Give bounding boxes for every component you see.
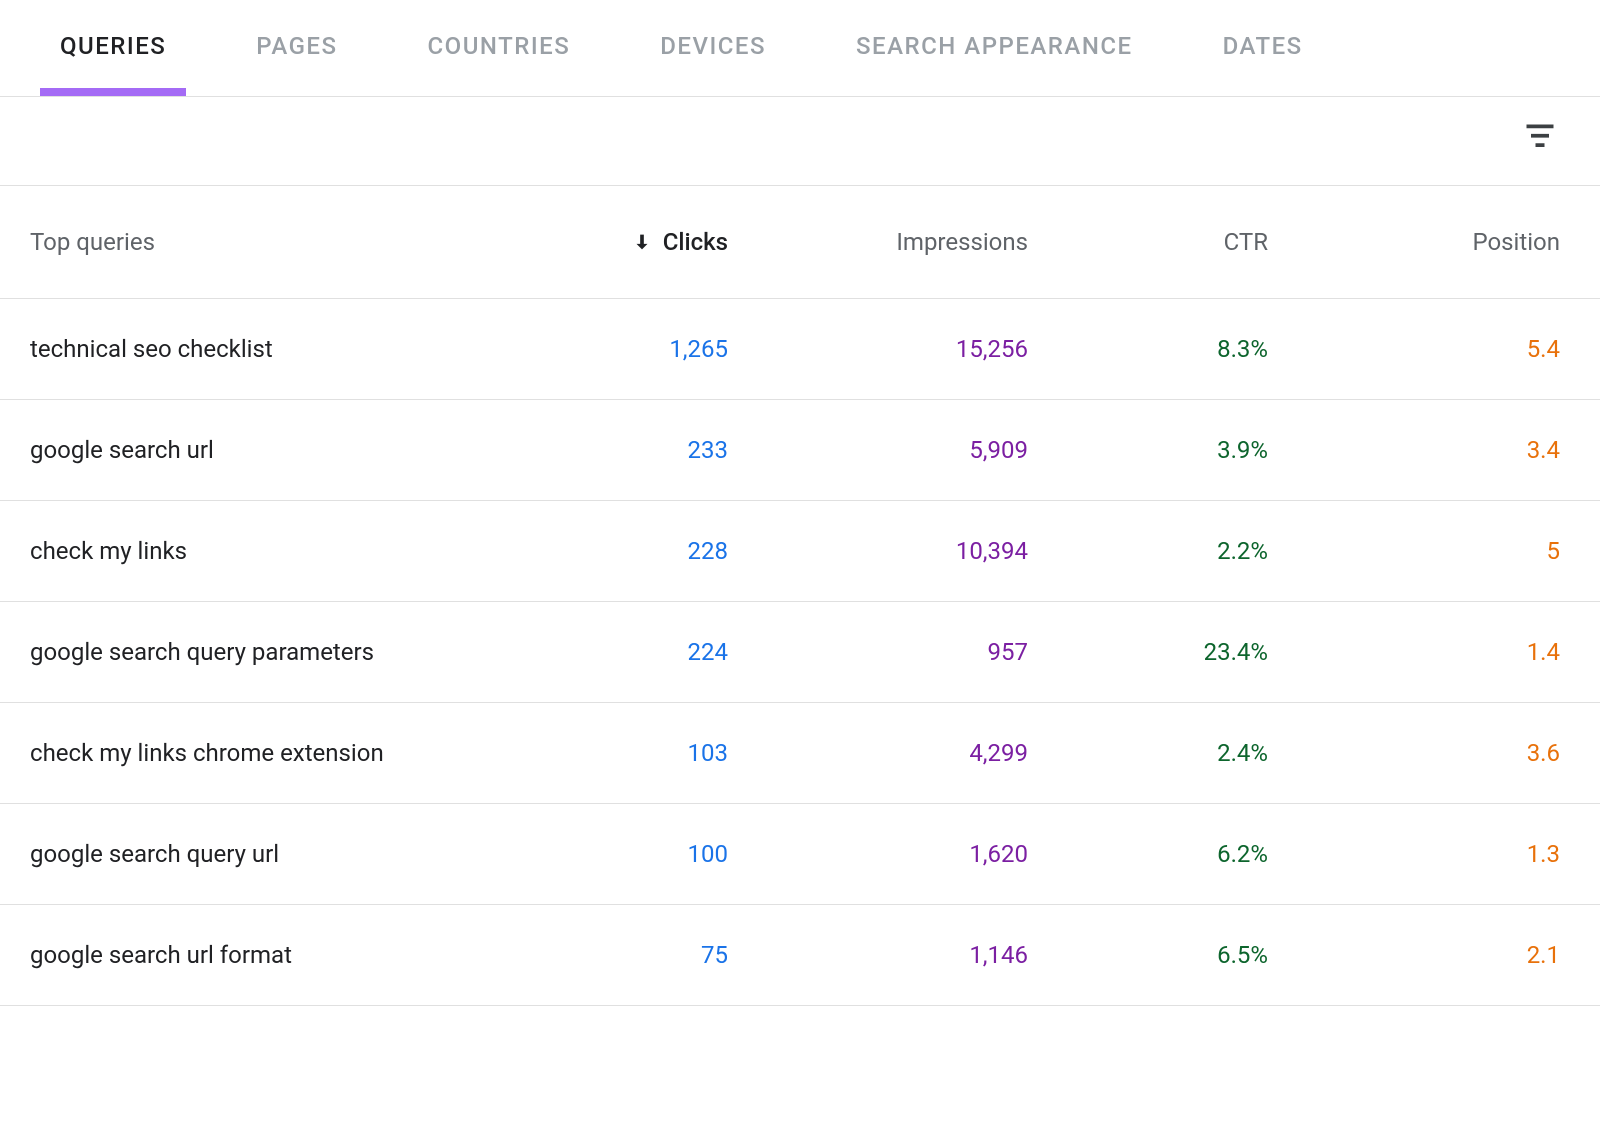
query-cell: google search url format bbox=[30, 941, 518, 969]
impressions-cell: 1,620 bbox=[728, 840, 1028, 868]
tab-label: COUNTRIES bbox=[428, 32, 571, 60]
impressions-cell: 10,394 bbox=[728, 537, 1028, 565]
tab-label: DEVICES bbox=[660, 32, 766, 60]
column-header-query[interactable]: Top queries bbox=[30, 228, 518, 256]
table-header-row: Top queries Clicks Impressions CTR Posit… bbox=[0, 186, 1600, 299]
column-header-ctr[interactable]: CTR bbox=[1028, 228, 1268, 256]
tab-pages[interactable]: PAGES bbox=[236, 0, 357, 96]
tab-label: SEARCH APPEARANCE bbox=[856, 32, 1133, 60]
column-header-impressions[interactable]: Impressions bbox=[728, 228, 1028, 256]
ctr-cell: 3.9% bbox=[1028, 436, 1268, 464]
tab-countries[interactable]: COUNTRIES bbox=[408, 0, 591, 96]
position-cell: 3.6 bbox=[1268, 739, 1570, 767]
clicks-cell: 103 bbox=[518, 739, 728, 767]
position-cell: 1.3 bbox=[1268, 840, 1570, 868]
ctr-cell: 6.5% bbox=[1028, 941, 1268, 969]
header-label: Position bbox=[1472, 228, 1560, 256]
clicks-cell: 100 bbox=[518, 840, 728, 868]
ctr-cell: 23.4% bbox=[1028, 638, 1268, 666]
query-cell: google search query parameters bbox=[30, 638, 518, 666]
column-header-position[interactable]: Position bbox=[1268, 228, 1570, 256]
dimension-tabs: QUERIES PAGES COUNTRIES DEVICES SEARCH A… bbox=[0, 0, 1600, 97]
impressions-cell: 957 bbox=[728, 638, 1028, 666]
ctr-cell: 8.3% bbox=[1028, 335, 1268, 363]
tab-queries[interactable]: QUERIES bbox=[40, 0, 186, 96]
impressions-cell: 15,256 bbox=[728, 335, 1028, 363]
table-row[interactable]: technical seo checklist 1,265 15,256 8.3… bbox=[0, 299, 1600, 400]
clicks-cell: 75 bbox=[518, 941, 728, 969]
ctr-cell: 2.4% bbox=[1028, 739, 1268, 767]
column-header-clicks[interactable]: Clicks bbox=[518, 228, 728, 256]
tab-label: DATES bbox=[1223, 32, 1303, 60]
impressions-cell: 5,909 bbox=[728, 436, 1028, 464]
ctr-cell: 2.2% bbox=[1028, 537, 1268, 565]
impressions-cell: 1,146 bbox=[728, 941, 1028, 969]
query-cell: google search url bbox=[30, 436, 518, 464]
filter-button[interactable] bbox=[1520, 117, 1560, 157]
header-label: Clicks bbox=[663, 228, 728, 256]
tab-dates[interactable]: DATES bbox=[1203, 0, 1323, 96]
position-cell: 2.1 bbox=[1268, 941, 1570, 969]
table-row[interactable]: google search url 233 5,909 3.9% 3.4 bbox=[0, 400, 1600, 501]
table-row[interactable]: google search query parameters 224 957 2… bbox=[0, 602, 1600, 703]
header-label: Top queries bbox=[30, 228, 155, 256]
tab-label: PAGES bbox=[256, 32, 337, 60]
clicks-cell: 1,265 bbox=[518, 335, 728, 363]
table-row[interactable]: google search url format 75 1,146 6.5% 2… bbox=[0, 905, 1600, 1006]
header-label: Impressions bbox=[896, 228, 1028, 256]
position-cell: 1.4 bbox=[1268, 638, 1570, 666]
clicks-cell: 233 bbox=[518, 436, 728, 464]
table-row[interactable]: check my links chrome extension 103 4,29… bbox=[0, 703, 1600, 804]
ctr-cell: 6.2% bbox=[1028, 840, 1268, 868]
header-label: CTR bbox=[1224, 228, 1268, 256]
position-cell: 5 bbox=[1268, 537, 1570, 565]
table-row[interactable]: google search query url 100 1,620 6.2% 1… bbox=[0, 804, 1600, 905]
table-row[interactable]: check my links 228 10,394 2.2% 5 bbox=[0, 501, 1600, 602]
impressions-cell: 4,299 bbox=[728, 739, 1028, 767]
queries-table: Top queries Clicks Impressions CTR Posit… bbox=[0, 186, 1600, 1006]
tab-label: QUERIES bbox=[60, 32, 166, 60]
clicks-cell: 228 bbox=[518, 537, 728, 565]
position-cell: 3.4 bbox=[1268, 436, 1570, 464]
query-cell: check my links chrome extension bbox=[30, 739, 518, 767]
tab-devices[interactable]: DEVICES bbox=[640, 0, 786, 96]
filter-bar bbox=[0, 97, 1600, 186]
query-cell: check my links bbox=[30, 537, 518, 565]
position-cell: 5.4 bbox=[1268, 335, 1570, 363]
query-cell: google search query url bbox=[30, 840, 518, 868]
tab-search-appearance[interactable]: SEARCH APPEARANCE bbox=[836, 0, 1153, 96]
filter-icon bbox=[1522, 117, 1558, 157]
query-cell: technical seo checklist bbox=[30, 335, 518, 363]
clicks-cell: 224 bbox=[518, 638, 728, 666]
performance-report-container: QUERIES PAGES COUNTRIES DEVICES SEARCH A… bbox=[0, 0, 1600, 1006]
sort-descending-icon bbox=[631, 231, 653, 253]
